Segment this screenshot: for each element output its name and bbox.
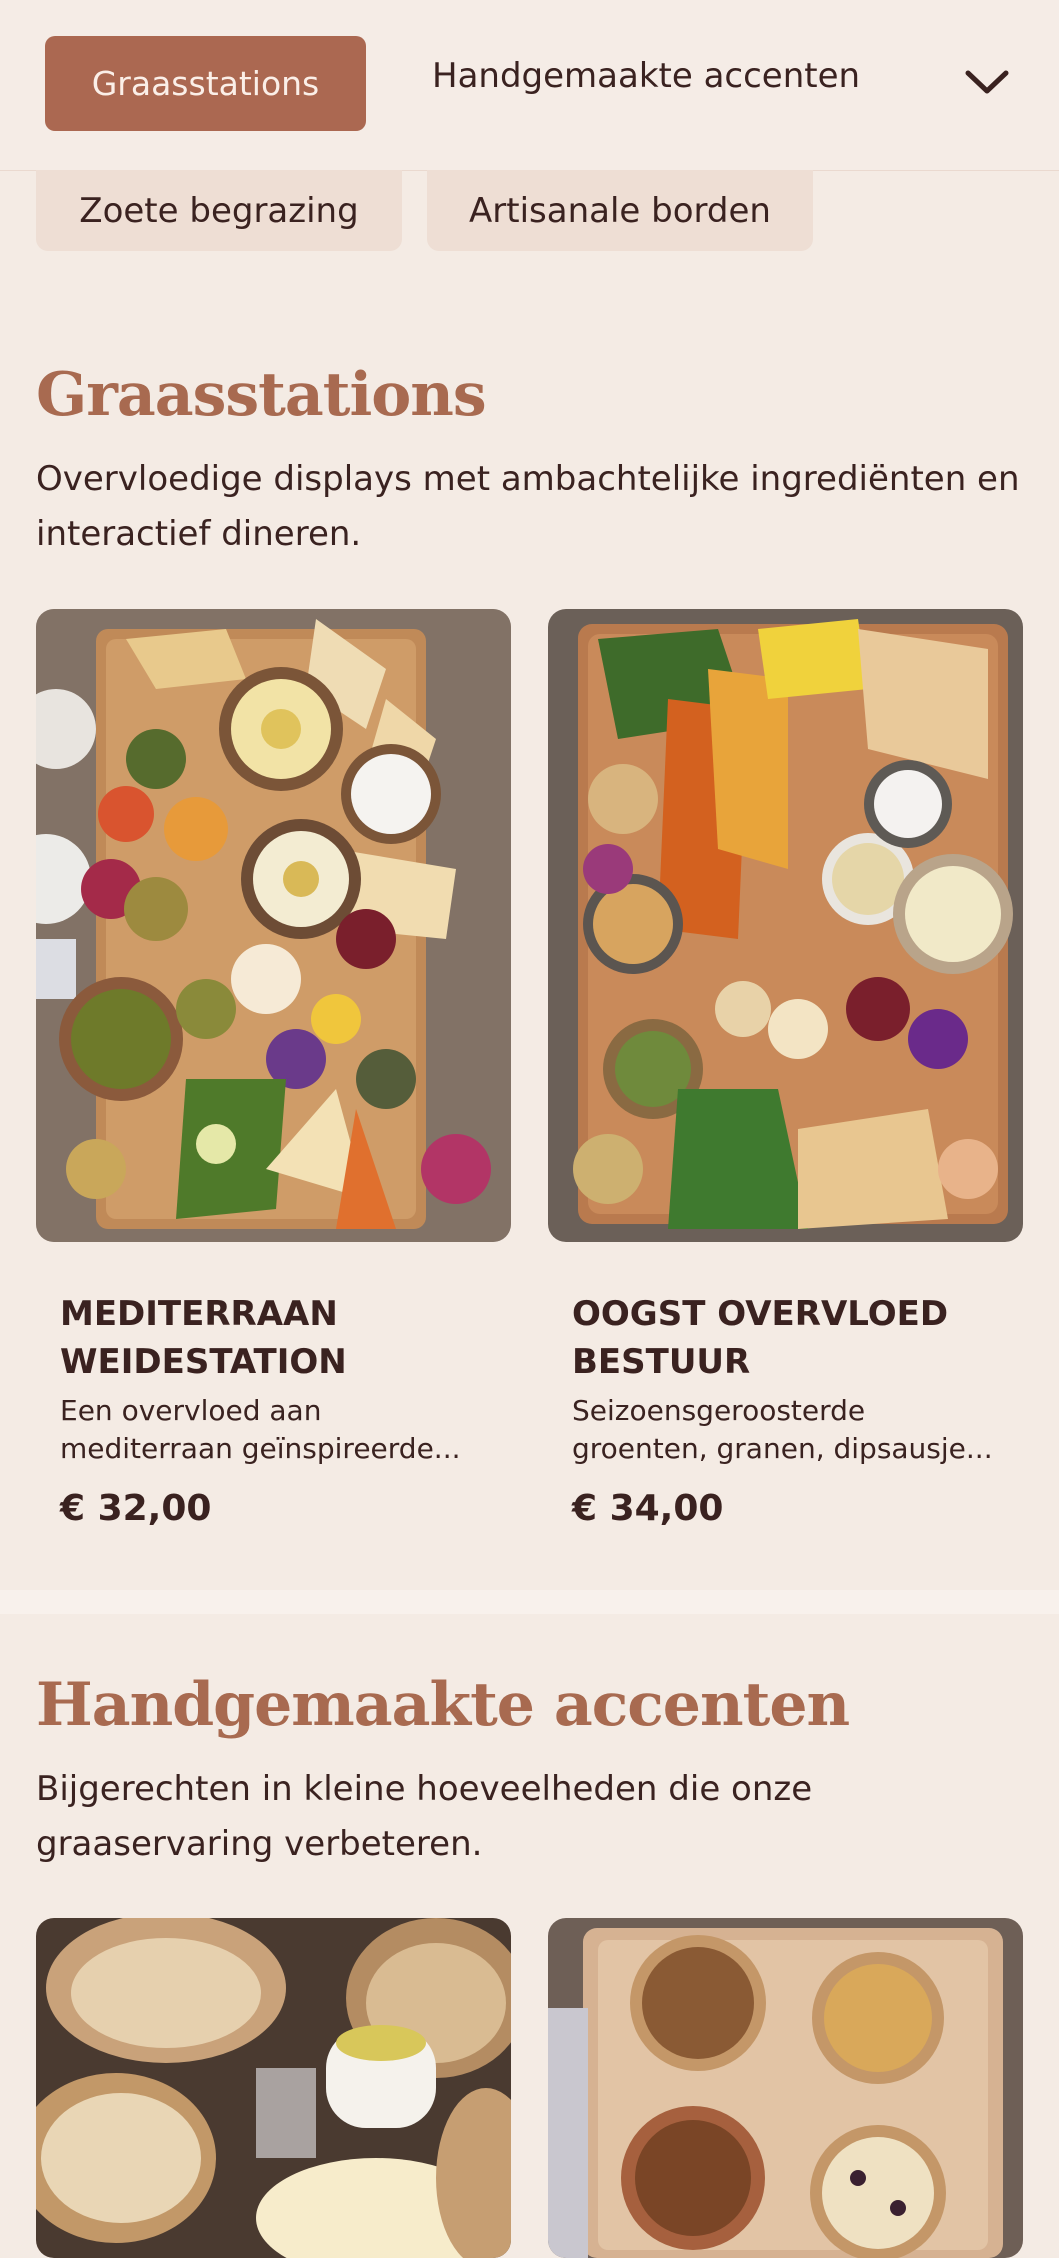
product-price: € 34,00: [572, 1488, 724, 1529]
category-chip-zoete-begrazing[interactable]: Zoete begrazing: [36, 170, 402, 251]
section-description: Overvloedige displays met ambachtelijke …: [36, 459, 1020, 554]
grazing-board-image: [36, 609, 511, 1242]
product-description: Een overvloed aan mediterraan geïnspiree…: [60, 1394, 461, 1465]
category-chip-label: Artisanale borden: [469, 190, 771, 231]
product-image-bread[interactable]: [36, 1918, 511, 2258]
category-chip-label: Zoete begrazing: [79, 190, 359, 231]
nuts-image: [548, 1918, 1023, 2258]
product-image-oogst[interactable]: [548, 609, 1023, 1242]
category-chip-handgemaakte-accenten[interactable]: Handgemaakte accenten: [432, 56, 862, 96]
harvest-board-image: [548, 609, 1023, 1242]
product-image-mediterraan[interactable]: [36, 609, 511, 1242]
product-image-nuts[interactable]: [548, 1918, 1023, 2258]
category-chip-graasstations[interactable]: Graasstations: [45, 36, 366, 131]
section-title: Handgemaakte accenten: [36, 1670, 850, 1740]
category-chip-label: Graasstations: [91, 64, 320, 103]
product-price: € 32,00: [60, 1488, 212, 1529]
section-title: Graasstations: [36, 360, 487, 430]
category-nav: Graasstations Handgemaakte accenten: [0, 0, 1059, 171]
product-description: Seizoensgeroosterde groenten, granen, di…: [572, 1394, 993, 1465]
product-title[interactable]: OOGST OVERVLOED BESTUUR: [572, 1290, 1002, 1386]
section-divider: [0, 1590, 1059, 1614]
section-description: Bijgerechten in kleine hoeveelheden die …: [36, 1769, 813, 1864]
chevron-down-icon[interactable]: [962, 63, 1012, 103]
bread-image: [36, 1918, 511, 2258]
product-title[interactable]: MEDITERRAAN WEIDESTATION: [60, 1290, 490, 1386]
category-chip-artisanale-borden[interactable]: Artisanale borden: [427, 170, 813, 251]
